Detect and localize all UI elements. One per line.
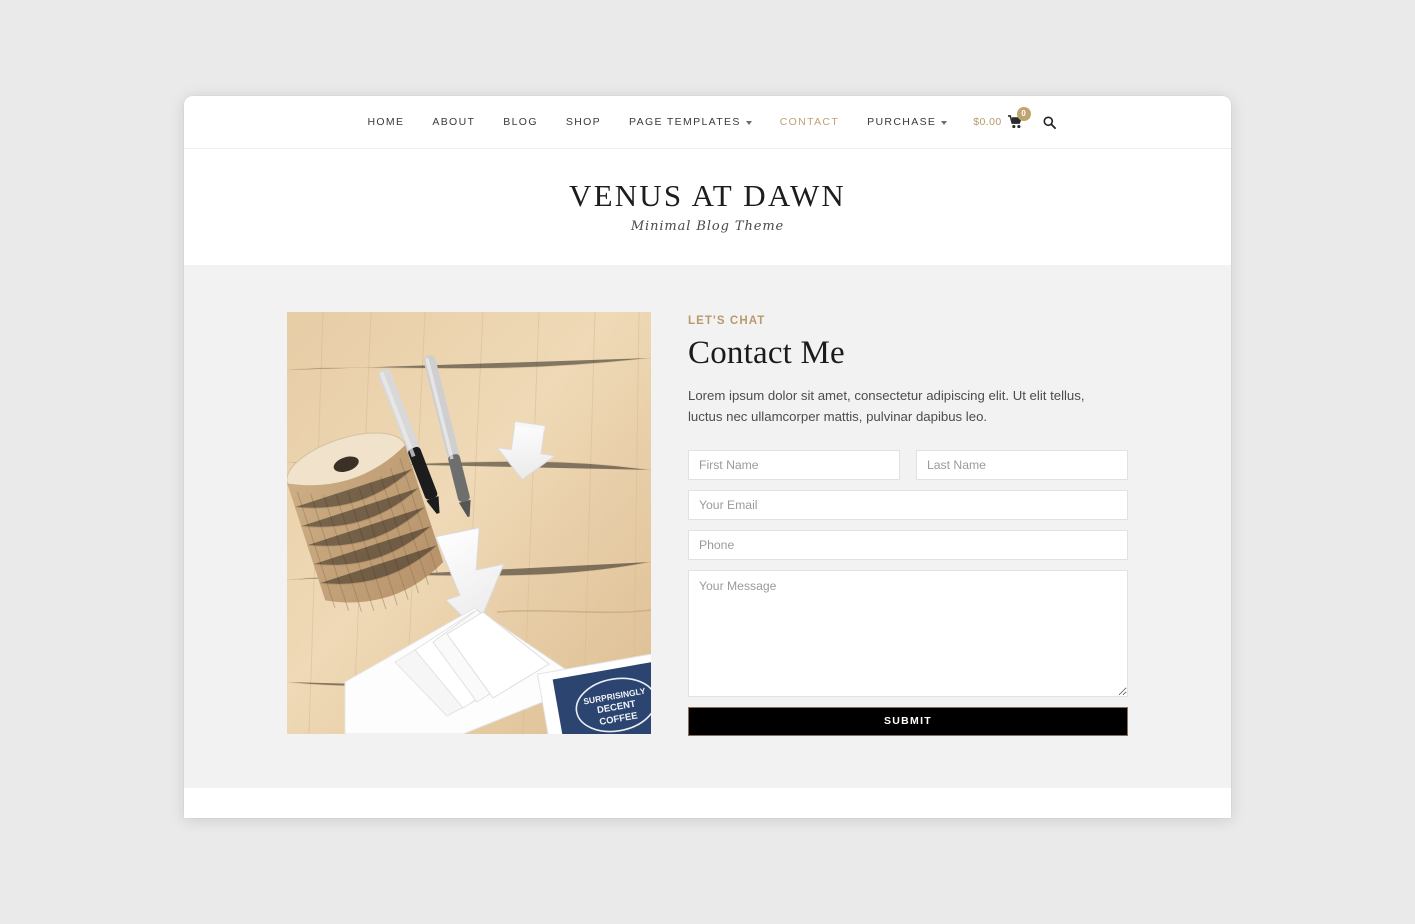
contact-photo: SURPRISINGLY DECENT COFFEE xyxy=(287,312,651,734)
browser-window: HOME ABOUT BLOG SHOP PAGE TEMPLATES CONT… xyxy=(184,96,1231,818)
nav-item-label: ABOUT xyxy=(432,116,476,128)
cart-amount: $0.00 xyxy=(973,116,1002,128)
site-logo-title[interactable]: VENUS AT DAWN xyxy=(569,179,846,213)
first-name-input[interactable] xyxy=(688,449,900,480)
phone-row xyxy=(688,529,1128,560)
message-textarea[interactable] xyxy=(688,569,1128,697)
last-name-input[interactable] xyxy=(916,449,1128,480)
submit-button[interactable]: SUBMIT xyxy=(688,706,1128,736)
section-eyebrow: LET'S CHAT xyxy=(688,315,766,327)
contact-form: SUBMIT xyxy=(688,449,1128,736)
name-row xyxy=(688,449,1128,480)
nav-item-blog[interactable]: BLOG xyxy=(489,116,552,128)
footer-strip xyxy=(184,787,1231,818)
nav-item-home[interactable]: HOME xyxy=(353,116,418,128)
search-icon xyxy=(1043,116,1056,129)
page-title: Contact Me xyxy=(688,335,845,371)
nav-item-label: PURCHASE xyxy=(867,116,937,128)
nav-item-label: PAGE TEMPLATES xyxy=(629,116,741,128)
nav-item-label: CONTACT xyxy=(779,116,840,128)
email-input[interactable] xyxy=(688,489,1128,520)
chevron-down-icon xyxy=(941,121,948,125)
nav-item-page-templates[interactable]: PAGE TEMPLATES xyxy=(615,116,766,128)
nav-list: HOME ABOUT BLOG SHOP PAGE TEMPLATES CONT… xyxy=(353,107,1062,129)
site-tagline: Minimal Blog Theme xyxy=(630,219,785,235)
nav-item-label: BLOG xyxy=(503,116,538,128)
nav-item-label: HOME xyxy=(367,116,405,128)
main-navigation: HOME ABOUT BLOG SHOP PAGE TEMPLATES CONT… xyxy=(184,96,1231,149)
chevron-down-icon xyxy=(745,121,752,125)
nav-item-label: SHOP xyxy=(565,116,602,128)
search-button[interactable] xyxy=(1033,116,1062,129)
nav-item-about[interactable]: ABOUT xyxy=(418,116,489,128)
nav-item-contact[interactable]: CONTACT xyxy=(766,116,853,128)
cart-count-badge: 0 xyxy=(1016,107,1031,121)
cart-link[interactable]: $0.00 0 xyxy=(961,107,1032,129)
site-header: VENUS AT DAWN Minimal Blog Theme xyxy=(184,149,1231,265)
cart-icon-wrap: 0 xyxy=(1007,107,1031,129)
nav-item-shop[interactable]: SHOP xyxy=(552,116,615,128)
contact-form-column: LET'S CHAT Contact Me Lorem ipsum dolor … xyxy=(688,312,1128,736)
desk-photo-illustration: SURPRISINGLY DECENT COFFEE xyxy=(287,312,651,734)
nav-item-purchase[interactable]: PURCHASE xyxy=(853,116,961,128)
contact-inner: SURPRISINGLY DECENT COFFEE LET'S CHAT Co… xyxy=(287,312,1128,736)
email-row xyxy=(688,489,1128,520)
section-lead-text: Lorem ipsum dolor sit amet, consectetur … xyxy=(688,388,1085,425)
phone-input[interactable] xyxy=(688,529,1128,560)
contact-section: SURPRISINGLY DECENT COFFEE LET'S CHAT Co… xyxy=(184,265,1231,788)
